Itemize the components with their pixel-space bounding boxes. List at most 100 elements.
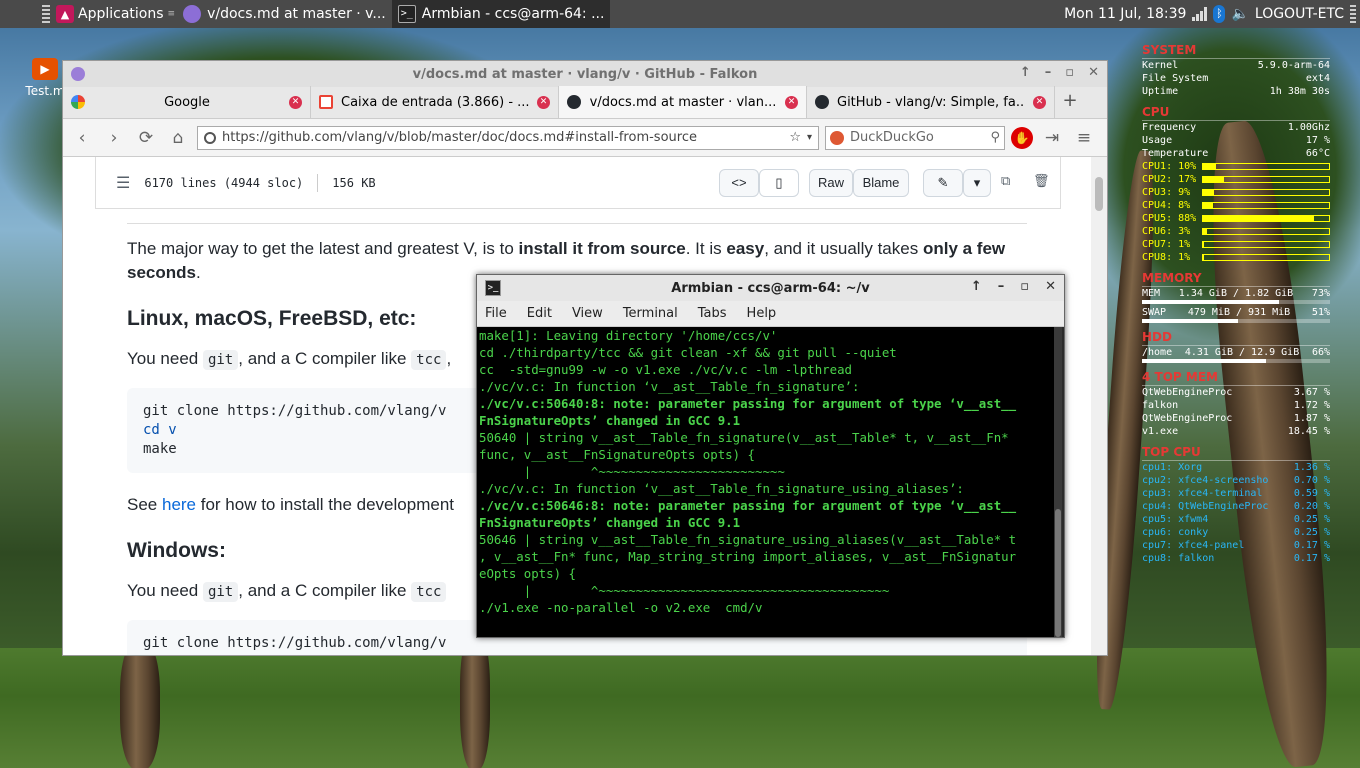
menu-edit[interactable]: Edit	[527, 306, 552, 321]
forward-icon[interactable]: ›	[101, 125, 127, 151]
tab-gmail[interactable]: Caixa de entrada (3.866) - ... ✕	[311, 86, 559, 118]
cpu-core-bar-fill	[1203, 190, 1215, 195]
minimize-icon[interactable]: –	[998, 279, 1005, 294]
terminal-titlebar[interactable]: >_ Armbian - ccs@arm-64: ~/v ↑ – ▫ ✕	[477, 275, 1064, 301]
taskbar-item-browser[interactable]: v/docs.md at master · v...	[177, 0, 392, 28]
close-icon[interactable]: ✕	[1088, 65, 1099, 80]
bluetooth-icon[interactable]: ᛒ	[1213, 5, 1226, 23]
scrollbar-thumb[interactable]	[1055, 509, 1061, 637]
home-icon[interactable]: ⌂	[165, 125, 191, 151]
swap-bar	[1142, 319, 1330, 323]
process-row: QtWebEngineProc 1.87 %	[1142, 413, 1330, 424]
keep-above-icon[interactable]: ↑	[1020, 65, 1031, 80]
browser-titlebar[interactable]: v/docs.md at master · vlang/v · GitHub -…	[63, 61, 1107, 87]
info-row: Frequency 1.00Ghz	[1142, 122, 1330, 133]
volume-icon[interactable]: 🔈	[1231, 6, 1248, 22]
top-panel: ▲ Applications ≡ v/docs.md at master · v…	[0, 0, 1360, 28]
tab-label: v/docs.md at master · vlan...	[589, 94, 777, 110]
process-row: cpu6: conky 0.25 %	[1142, 527, 1330, 538]
menu-file[interactable]: File	[485, 306, 507, 321]
google-icon	[71, 95, 85, 109]
copy-icon[interactable]: ⧉	[1001, 174, 1010, 189]
cpu-core-row: CPU2: 17%	[1142, 173, 1330, 186]
page-scrollbar[interactable]	[1091, 157, 1107, 655]
tab-github-repo[interactable]: GitHub - vlang/v: Simple, fa... ✕	[807, 86, 1055, 118]
delete-icon[interactable]: 🗑	[1033, 174, 1050, 189]
menu-terminal[interactable]: Terminal	[623, 306, 678, 321]
tab-google[interactable]: Google ✕	[63, 86, 311, 118]
edit-button[interactable]: ✎	[923, 169, 963, 197]
video-file-icon: ▶	[32, 58, 58, 80]
preview-view-button[interactable]: ▯	[759, 169, 799, 197]
terminal-line: | ^~~~~~~~~~~~~~~~~~~~~~~~~~~~~~~~~~~~~~…	[479, 583, 890, 598]
terminal-line: 50640 | string v__ast__Table_fn_signatur…	[479, 430, 1009, 445]
main-menu-icon[interactable]: ≡	[1071, 125, 1097, 151]
cpu-core-bar-fill	[1203, 177, 1225, 182]
process-row: cpu3: xfce4-terminal 0.59 %	[1142, 488, 1330, 499]
session-button[interactable]: LOGOUT-ETC	[1255, 6, 1344, 22]
applications-menu[interactable]: ▲ Applications ≡	[54, 0, 177, 28]
section-title: SYSTEM	[1142, 44, 1330, 59]
menu-help[interactable]: Help	[747, 306, 777, 321]
adblock-icon[interactable]: ✋	[1011, 126, 1033, 149]
terminal-output[interactable]: make[1]: Leaving directory '/home/ccs/v'…	[477, 327, 1055, 637]
tab-close-icon[interactable]: ✕	[537, 95, 550, 109]
search-bar[interactable]: DuckDuckGo ⚲	[825, 125, 1005, 150]
menu-view[interactable]: View	[572, 306, 603, 321]
section-title: TOP CPU	[1142, 446, 1330, 461]
cpu-core-label: CPU2: 17%	[1142, 174, 1197, 185]
tab-close-icon[interactable]: ✕	[785, 95, 798, 109]
search-icon[interactable]: ⚲	[990, 130, 1000, 145]
section-title: HDD	[1142, 331, 1330, 346]
reload-icon[interactable]: ⟳	[133, 125, 159, 151]
menu-tabs[interactable]: Tabs	[698, 306, 727, 321]
maximize-icon[interactable]: ▫	[1020, 279, 1029, 294]
url-bar[interactable]: https://github.com/vlang/v/blob/master/d…	[197, 125, 819, 150]
cpu-core-row: CPU1: 10%	[1142, 160, 1330, 173]
network-signal-icon[interactable]	[1192, 7, 1208, 21]
outline-icon[interactable]: ☰	[116, 173, 130, 192]
keep-above-icon[interactable]: ↑	[971, 279, 982, 294]
terminal-line: ./vc/v.c:50646:8: note: parameter passin…	[479, 498, 1017, 513]
back-icon[interactable]: ‹	[69, 125, 95, 151]
cpu-core-bar-fill	[1203, 216, 1314, 221]
line-count: 6170 lines (4944 sloc)	[144, 175, 304, 190]
close-icon[interactable]: ✕	[1045, 279, 1056, 294]
maximize-icon[interactable]: ▫	[1065, 65, 1074, 80]
panel-grip-right	[1350, 5, 1356, 23]
terminal-line: ./vc/v.c:50640:8: note: parameter passin…	[479, 396, 1017, 411]
bookmark-star-icon[interactable]: ☆	[789, 130, 801, 145]
tab-docs[interactable]: v/docs.md at master · vlan... ✕	[559, 86, 807, 118]
terminal-line: FnSignatureOpts’ changed in GCC 9.1	[479, 413, 741, 428]
here-link[interactable]: here	[162, 495, 196, 514]
disk-row: /home 4.31 GiB / 12.9 GiB 66%	[1142, 347, 1330, 358]
browser-window-title: v/docs.md at master · vlang/v · GitHub -…	[412, 66, 758, 82]
edit-dropdown-button[interactable]: ▾	[963, 169, 991, 197]
tab-close-icon[interactable]: ✕	[289, 95, 302, 109]
taskbar-item-terminal[interactable]: >_ Armbian - ccs@arm-64: ...	[391, 0, 611, 28]
conky-monitor: SYSTEM Kernel 5.9.0-arm-64 File System ext…	[1142, 40, 1330, 565]
info-row: Uptime 1h 38m 30s	[1142, 86, 1330, 97]
new-tab-button[interactable]: +	[1055, 86, 1085, 118]
taskbar-item-label: v/docs.md at master · v...	[207, 6, 386, 22]
blame-button[interactable]: Blame	[853, 169, 909, 197]
terminal-line: ./v1.exe -no-parallel -o v2.exe cmd/v	[479, 600, 763, 615]
clock[interactable]: Mon 11 Jul, 18:39	[1064, 6, 1186, 22]
memory-bar	[1142, 300, 1330, 304]
terminal-line: eOpts opts) {	[479, 566, 576, 581]
tab-close-icon[interactable]: ✕	[1033, 95, 1046, 109]
sidebar-toggle-icon[interactable]: ⇥	[1039, 125, 1065, 151]
minimize-icon[interactable]: –	[1045, 65, 1052, 80]
info-row: Usage 17 %	[1142, 135, 1330, 146]
raw-button[interactable]: Raw	[809, 169, 853, 197]
desktop-file-icon[interactable]: ▶ Test.m	[24, 58, 66, 98]
cpu-core-label: CPU7: 1%	[1142, 239, 1191, 250]
info-row: Kernel 5.9.0-arm-64	[1142, 60, 1330, 71]
scrollbar-thumb[interactable]	[1095, 177, 1103, 211]
terminal-scrollbar[interactable]	[1054, 327, 1062, 637]
site-info-icon[interactable]	[204, 131, 216, 144]
url-dropdown-icon[interactable]: ▾	[807, 132, 812, 143]
code-view-button[interactable]: <>	[719, 169, 759, 197]
gmail-icon	[319, 95, 333, 109]
cpu-core-label: CPU3: 9%	[1142, 187, 1191, 198]
